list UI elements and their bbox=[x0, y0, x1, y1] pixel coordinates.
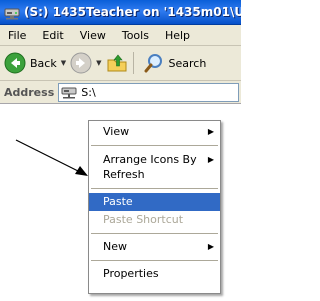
address-bar: Address S:\ bbox=[0, 81, 241, 104]
window-title: (S:) 1435Teacher on '1435m01\Users bbox=[24, 5, 241, 19]
search-label: Search bbox=[168, 56, 207, 70]
context-menu-refresh-label[interactable]: Refresh bbox=[103, 167, 220, 182]
back-label: Back bbox=[30, 56, 57, 70]
up-folder-icon bbox=[107, 54, 126, 72]
explorer-window: (S:) 1435Teacher on '1435m01\Users File … bbox=[0, 0, 241, 301]
toolbar: Back ▼ ▼ Search bbox=[0, 46, 241, 81]
toolbar-separator bbox=[132, 52, 134, 74]
context-menu: View ▶ Arrange Icons By Refresh ▶ Paste … bbox=[88, 120, 221, 294]
search-button[interactable]: Search bbox=[143, 52, 207, 74]
forward-arrow-icon bbox=[70, 52, 92, 74]
submenu-arrow-icon: ▶ bbox=[207, 155, 214, 164]
context-menu-paste-label: Paste bbox=[103, 195, 133, 208]
submenu-arrow-icon: ▶ bbox=[207, 127, 214, 136]
menu-file[interactable]: File bbox=[0, 29, 34, 42]
address-label: Address bbox=[4, 85, 55, 99]
menu-bar: File Edit View Tools Help bbox=[0, 25, 241, 46]
back-arrow-icon bbox=[4, 52, 26, 74]
address-input[interactable]: S:\ bbox=[58, 82, 239, 102]
address-value: S:\ bbox=[81, 85, 96, 99]
context-menu-properties[interactable]: Properties bbox=[89, 265, 220, 283]
menu-tools[interactable]: Tools bbox=[114, 29, 157, 42]
context-menu-separator bbox=[91, 188, 218, 189]
context-menu-paste-shortcut: Paste Shortcut bbox=[89, 211, 220, 229]
back-button[interactable]: Back ▼ bbox=[4, 52, 66, 74]
menu-view[interactable]: View bbox=[72, 29, 114, 42]
search-magnifier-icon bbox=[144, 54, 162, 73]
context-menu-arrange-icons-by-label[interactable]: Arrange Icons By bbox=[103, 152, 220, 167]
context-menu-separator bbox=[91, 145, 218, 146]
context-menu-arrange-refresh[interactable]: Arrange Icons By Refresh ▶ bbox=[89, 150, 220, 184]
network-drive-icon bbox=[61, 87, 77, 99]
title-bar[interactable]: (S:) 1435Teacher on '1435m01\Users bbox=[0, 0, 241, 25]
menu-help[interactable]: Help bbox=[157, 29, 198, 42]
forward-dropdown-icon[interactable]: ▼ bbox=[96, 59, 101, 67]
back-dropdown-icon[interactable]: ▼ bbox=[61, 59, 66, 67]
up-folder-button[interactable] bbox=[106, 52, 128, 74]
menu-edit[interactable]: Edit bbox=[34, 29, 71, 42]
forward-button[interactable]: ▼ bbox=[70, 52, 102, 74]
context-menu-properties-label: Properties bbox=[103, 267, 159, 280]
context-menu-separator bbox=[91, 260, 218, 261]
context-menu-paste-shortcut-label: Paste Shortcut bbox=[103, 213, 184, 226]
context-menu-paste[interactable]: Paste bbox=[89, 193, 220, 211]
context-menu-new[interactable]: New ▶ bbox=[89, 238, 220, 256]
context-menu-separator bbox=[91, 233, 218, 234]
context-menu-view-label: View bbox=[103, 125, 130, 138]
context-menu-new-label: New bbox=[103, 240, 127, 253]
context-menu-view[interactable]: View ▶ bbox=[89, 123, 220, 141]
drive-icon bbox=[4, 8, 20, 20]
submenu-arrow-icon: ▶ bbox=[207, 242, 214, 251]
